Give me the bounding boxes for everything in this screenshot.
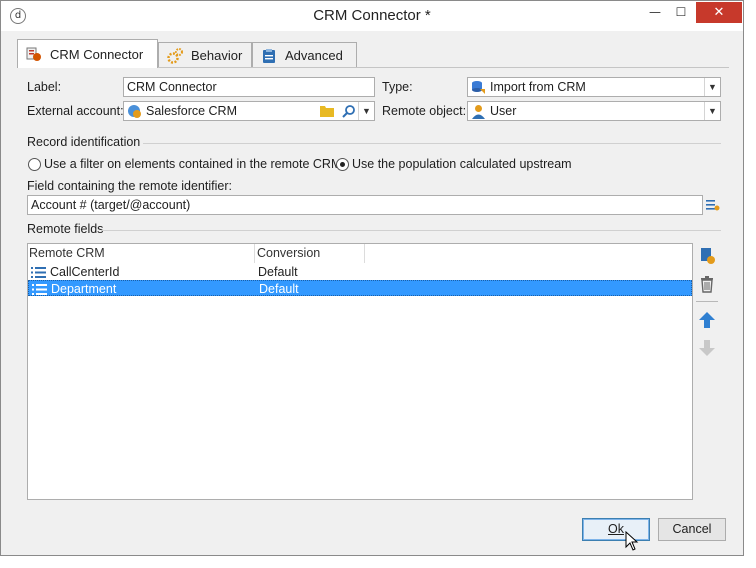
record-identification-heading: Record identification [27,135,141,149]
label-caption: Label: [27,80,62,94]
mouse-cursor-icon [625,530,639,551]
external-account-value: Salesforce CRM [146,104,237,118]
column-header-conversion[interactable]: Conversion [257,244,320,263]
tab-crm-connector[interactable]: CRM Connector [17,39,158,68]
tab-label: Behavior [191,48,243,63]
population-upstream-label: Use the population calculated upstream [352,157,572,171]
filter-remote-label: Use a filter on elements contained in th… [44,157,342,171]
move-down-arrow-icon[interactable] [698,339,716,357]
import-crm-icon [471,80,486,95]
remote-object-caption: Remote object: [382,104,467,118]
maximize-button[interactable]: ☐ [668,2,694,23]
conversion-cell: Default [258,265,298,279]
external-account-caption: External account: [27,104,124,118]
cancel-button[interactable]: Cancel [658,518,726,541]
table-row[interactable]: CallCenterId Default [28,264,692,280]
clipboard-icon [261,48,277,64]
chevron-down-icon[interactable]: ▼ [704,102,720,120]
title-bar: d CRM Connector * — ☐ ✕ [1,1,743,31]
tab-behavior[interactable]: Behavior [158,42,252,68]
field-list-icon [31,266,46,278]
population-upstream-radio[interactable] [336,158,349,171]
section-divider [101,230,721,231]
folder-icon[interactable] [320,104,334,117]
field-list-icon [32,283,47,295]
user-icon [471,104,486,119]
type-value: Import from CRM [490,80,586,94]
tab-label: Advanced [285,48,343,63]
close-icon: ✕ [713,5,725,20]
search-icon[interactable] [342,104,356,118]
ok-button[interactable]: Ok [582,518,650,541]
minimize-button[interactable]: — [642,2,668,23]
gears-icon [167,47,183,64]
expression-editor-icon[interactable] [705,198,720,212]
toolbar-divider [696,301,718,302]
chevron-down-icon[interactable]: ▼ [704,78,720,96]
section-divider [143,143,721,144]
window-title: CRM Connector * [313,7,431,24]
remote-crm-cell: Department [51,282,117,296]
close-button[interactable]: ✕ [696,2,742,23]
trash-icon[interactable] [698,275,716,293]
type-select[interactable]: Import from CRM ▼ [467,77,721,97]
external-account-select[interactable]: Salesforce CRM ▼ [123,101,375,121]
column-separator [254,244,255,263]
remote-fields-heading: Remote fields [27,222,104,236]
remote-object-select[interactable]: User ▼ [467,101,721,121]
crm-connector-icon [26,46,42,62]
chevron-down-icon[interactable]: ▼ [358,102,374,120]
tab-advanced[interactable]: Advanced [252,42,357,68]
move-up-arrow-icon[interactable] [698,311,716,329]
remote-fields-grid: Remote CRM Conversion CallCenterId Defau… [27,243,693,500]
cancel-button-label: Cancel [672,522,712,536]
label-input[interactable]: CRM Connector [123,77,375,97]
column-separator [364,244,365,263]
type-caption: Type: [382,80,413,94]
table-row[interactable]: Department Default [28,280,692,296]
salesforce-icon [127,104,142,119]
remote-identifier-caption: Field containing the remote identifier: [27,179,232,193]
remote-crm-cell: CallCenterId [50,265,120,279]
column-header-remote-crm[interactable]: Remote CRM [29,244,105,263]
filter-remote-radio[interactable] [28,158,41,171]
conversion-cell: Default [259,282,299,296]
dialog-window: d CRM Connector * — ☐ ✕ CRM Connector Be… [0,0,744,556]
add-field-icon[interactable] [698,247,716,265]
remote-object-value: User [490,104,517,118]
ok-button-label: Ok [608,522,624,536]
tab-label: CRM Connector [50,46,144,62]
remote-identifier-input[interactable]: Account # (target/@account) [27,195,703,215]
